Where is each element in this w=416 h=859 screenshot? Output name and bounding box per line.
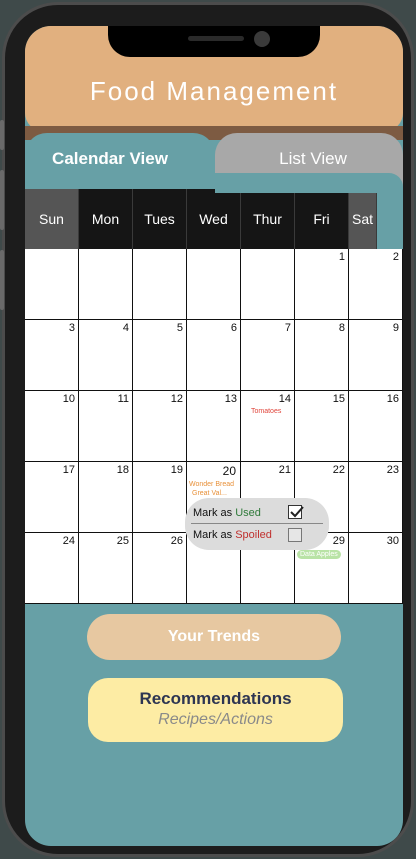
recommendations-subtitle: Recipes/Actions [158,711,273,728]
food-item-data-apples[interactable]: Data Apples [297,550,341,559]
calendar-day-15[interactable]: 15 [295,391,349,462]
day-number: 23 [386,464,399,476]
tab-calendar-view-label: Calendar View [52,149,168,168]
calendar-day-19[interactable]: 19 [133,462,187,533]
calendar-day-cell[interactable] [187,249,241,320]
calendar-day-9[interactable]: 9 [349,320,403,391]
day-number: 1 [338,251,345,263]
day-number: 6 [230,322,237,334]
day-number: 17 [62,464,75,476]
day-number: 14 [278,393,291,405]
used-label: Used [235,507,261,519]
mark-used-row[interactable]: Mark as Used [193,507,261,519]
calendar-day-cell[interactable] [79,249,133,320]
calendar-day-11[interactable]: 11 [79,391,133,462]
tab-calendar-view[interactable]: Calendar View [25,133,215,189]
calendar-day-4[interactable]: 4 [79,320,133,391]
day-number: 12 [170,393,183,405]
food-item-great-value[interactable]: Great Val... [192,489,227,498]
tab-underlay [215,173,403,193]
speaker-grill [188,36,244,41]
calendar-day-13[interactable]: 13 [187,391,241,462]
app-screen: Food Management Calendar View List View … [25,26,403,846]
food-item-wonder-bread[interactable]: Wonder Bread [189,480,234,489]
your-trends-button[interactable]: Your Trends [87,614,341,660]
day-number: 13 [224,393,237,405]
day-number: 19 [170,464,183,476]
calendar-day-24[interactable]: 24 [25,533,79,604]
popup-divider [191,523,323,524]
calendar-day-cell[interactable] [133,249,187,320]
calendar-day-3[interactable]: 3 [25,320,79,391]
day-number: 24 [62,535,75,547]
day-number: 5 [176,322,183,334]
calendar-day-16[interactable]: 16 [349,391,403,462]
side-button-volume-down [0,250,4,310]
day-number: 11 [117,393,129,405]
calendar-day-cell[interactable] [241,249,295,320]
phone-notch [108,26,320,57]
day-number: 4 [122,322,129,334]
calendar-day-23[interactable]: 23 [349,462,403,533]
calendar-day-5[interactable]: 5 [133,320,187,391]
tab-list-view-label: List View [279,149,347,168]
calendar-day-26[interactable]: 26 [133,533,187,604]
recommendations-title: Recommendations [139,689,292,708]
weekday-sun: Sun [25,188,79,249]
weekday-tues: Tues [133,188,187,249]
calendar-day-cell[interactable] [25,249,79,320]
day-number: 30 [386,535,399,547]
day-number: 2 [392,251,399,263]
calendar-day-14[interactable]: 14 Tomatoes [241,391,295,462]
weekday-sat: Sat [349,188,377,249]
mark-used-checkbox[interactable] [288,505,304,519]
calendar-day-10[interactable]: 10 [25,391,79,462]
side-button-mute [0,120,4,150]
weekday-fri: Fri [295,188,349,249]
calendar-weekday-header: Sun Mon Tues Wed Thur Fri Sat [25,188,403,249]
calendar-day-30[interactable]: 30 [349,533,403,604]
weekday-mon: Mon [79,188,133,249]
checkmark-icon [290,506,304,518]
day-number: 21 [278,464,291,476]
mark-spoiled-row[interactable]: Mark as Spoiled [193,529,272,541]
spoiled-label: Spoiled [235,529,272,541]
day-number: 25 [116,535,129,547]
front-camera [254,31,270,47]
day-number: 20 [222,464,236,478]
side-button-volume-up [0,170,4,230]
recommendations-button[interactable]: Recommendations Recipes/Actions [88,678,343,742]
calendar-day-1[interactable]: 1 [295,249,349,320]
calendar-day-6[interactable]: 6 [187,320,241,391]
day-number: 9 [392,322,399,334]
calendar-day-12[interactable]: 12 [133,391,187,462]
day-number: 26 [170,535,183,547]
day-number: 3 [68,322,75,334]
weekday-thur: Thur [241,188,295,249]
day-number: 22 [332,464,345,476]
mark-spoiled-checkbox[interactable] [288,528,302,542]
day-number: 15 [332,393,345,405]
app-title: Food Management [89,76,339,106]
calendar-day-18[interactable]: 18 [79,462,133,533]
calendar-grid: 1 2 3 4 5 6 7 8 9 10 11 12 13 14 Tomatoe… [25,249,403,604]
calendar-day-8[interactable]: 8 [295,320,349,391]
food-item-tomatoes[interactable]: Tomatoes [251,407,281,416]
day-number: 8 [338,322,345,334]
calendar-day-7[interactable]: 7 [241,320,295,391]
mark-item-popup: Mark as Used Mark as Spoiled [185,498,329,550]
weekday-wed: Wed [187,188,241,249]
day-number: 16 [386,393,399,405]
day-number: 18 [116,464,129,476]
day-number: 29 [332,535,345,547]
calendar-day-17[interactable]: 17 [25,462,79,533]
day-number: 10 [62,393,75,405]
day-number: 7 [284,322,291,334]
calendar-day-2[interactable]: 2 [349,249,403,320]
calendar-day-25[interactable]: 25 [79,533,133,604]
